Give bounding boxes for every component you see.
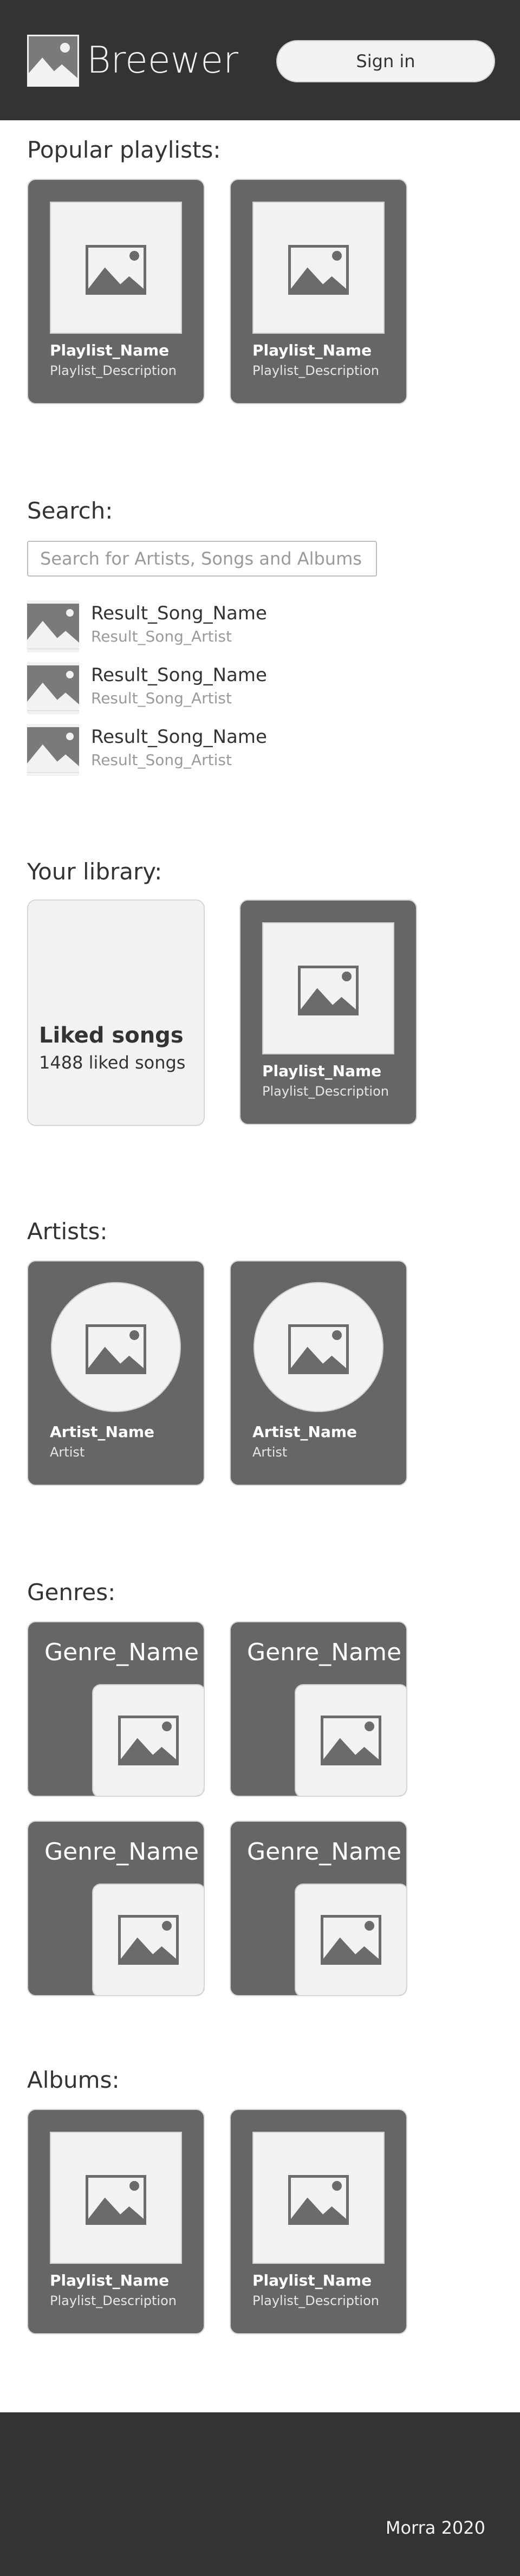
- genre-art: [92, 1684, 204, 1796]
- playlist-name: Playlist_Name: [50, 341, 170, 359]
- mountain-shape: [29, 57, 77, 85]
- logo-image-icon[interactable]: [27, 35, 79, 87]
- image-icon: [288, 2175, 349, 2225]
- result-song-name: Result_Song_Name: [91, 603, 267, 624]
- genre-name: Genre_Name: [247, 1838, 402, 1866]
- artist-name: Artist_Name: [50, 1423, 155, 1441]
- album-description: Playlist_Description: [252, 2293, 379, 2308]
- album-card[interactable]: Playlist_Name Playlist_Description: [230, 2109, 407, 2334]
- image-icon: [86, 1324, 146, 1374]
- library-title: Your library:: [27, 858, 162, 885]
- result-song-artist: Result_Song_Artist: [91, 689, 232, 707]
- artist-avatar: [51, 1282, 181, 1412]
- playlist-art: [50, 202, 182, 334]
- image-icon: [321, 1915, 381, 1965]
- artists-title: Artists:: [27, 1218, 108, 1245]
- album-card[interactable]: Playlist_Name Playlist_Description: [27, 2109, 205, 2334]
- result-song-name: Result_Song_Name: [91, 664, 267, 686]
- search-result-item[interactable]: Result_Song_Name Result_Song_Artist: [27, 662, 406, 714]
- liked-songs-count: 1488 liked songs: [39, 1052, 186, 1073]
- search-result-item[interactable]: Result_Song_Name Result_Song_Artist: [27, 600, 406, 652]
- image-icon: [118, 1915, 179, 1965]
- image-icon: [321, 1716, 381, 1765]
- header: Breewer Sign in: [0, 0, 520, 120]
- genre-name: Genre_Name: [44, 1838, 199, 1866]
- liked-songs-card[interactable]: Liked songs 1488 liked songs: [27, 899, 205, 1126]
- image-icon: [288, 1324, 349, 1374]
- genre-art: [295, 1884, 406, 1995]
- footer: Morra 2020: [0, 2412, 520, 2576]
- result-song-artist: Result_Song_Artist: [91, 751, 232, 769]
- image-icon: [118, 1716, 179, 1765]
- playlist-card[interactable]: Playlist_Name Playlist_Description: [27, 179, 205, 404]
- library-playlist-card[interactable]: Playlist_Name Playlist_Description: [239, 899, 417, 1125]
- song-thumbnail-icon: [27, 662, 79, 714]
- image-icon: [298, 966, 359, 1015]
- genre-card[interactable]: Genre_Name: [27, 1621, 205, 1797]
- search-input[interactable]: [27, 541, 377, 577]
- image-icon: [86, 2175, 146, 2225]
- genre-name: Genre_Name: [44, 1639, 199, 1666]
- brand-name: Breewer: [87, 39, 239, 82]
- sign-in-button[interactable]: Sign in: [276, 40, 495, 82]
- image-icon: [86, 245, 146, 295]
- artist-card[interactable]: Artist_Name Artist: [27, 1260, 205, 1486]
- genre-card[interactable]: Genre_Name: [230, 1621, 407, 1797]
- album-name: Playlist_Name: [252, 2271, 372, 2289]
- genre-art: [295, 1684, 406, 1796]
- song-thumbnail-icon: [27, 724, 79, 776]
- image-icon: [288, 245, 349, 295]
- artist-name: Artist_Name: [252, 1423, 358, 1441]
- playlist-description: Playlist_Description: [50, 363, 177, 378]
- genre-art: [92, 1884, 204, 1995]
- popular-playlists-title: Popular playlists:: [27, 137, 221, 163]
- result-song-artist: Result_Song_Artist: [91, 627, 232, 645]
- playlist-description: Playlist_Description: [252, 363, 379, 378]
- song-thumbnail-icon: [27, 600, 79, 652]
- genre-card[interactable]: Genre_Name: [230, 1821, 407, 1996]
- playlist-description: Playlist_Description: [262, 1084, 389, 1099]
- playlist-art: [262, 922, 394, 1054]
- albums-title: Albums:: [27, 2067, 120, 2093]
- artist-label: Artist: [50, 1445, 85, 1460]
- genres-title: Genres:: [27, 1579, 116, 1606]
- search-result-item[interactable]: Result_Song_Name Result_Song_Artist: [27, 724, 406, 776]
- result-song-name: Result_Song_Name: [91, 726, 267, 748]
- playlist-name: Playlist_Name: [252, 341, 372, 359]
- copyright-text: Morra 2020: [385, 2517, 485, 2538]
- liked-songs-title: Liked songs: [39, 1023, 184, 1048]
- artist-label: Artist: [252, 1445, 288, 1460]
- artist-card[interactable]: Artist_Name Artist: [230, 1260, 407, 1486]
- artist-avatar: [253, 1282, 384, 1412]
- album-description: Playlist_Description: [50, 2293, 177, 2308]
- genre-name: Genre_Name: [247, 1639, 402, 1666]
- album-art: [252, 2132, 385, 2264]
- playlist-card[interactable]: Playlist_Name Playlist_Description: [230, 179, 407, 404]
- album-name: Playlist_Name: [50, 2271, 170, 2289]
- album-art: [50, 2132, 182, 2264]
- playlist-art: [252, 202, 385, 334]
- genre-card[interactable]: Genre_Name: [27, 1821, 205, 1996]
- search-title: Search:: [27, 497, 113, 524]
- playlist-name: Playlist_Name: [262, 1062, 382, 1080]
- sun-shape: [60, 43, 70, 53]
